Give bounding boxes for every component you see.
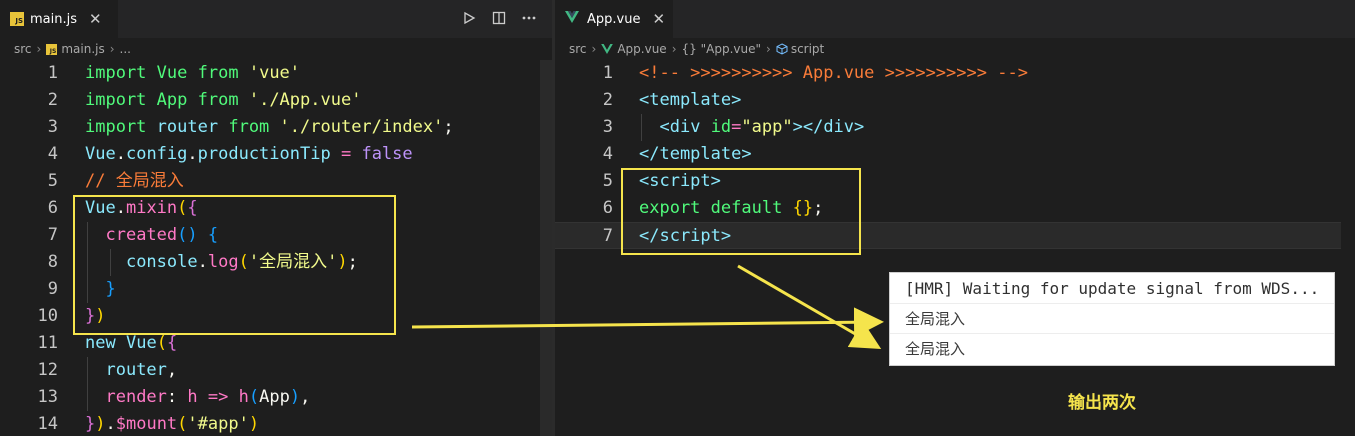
console-line: [HMR] Waiting for update signal from WDS… — [890, 273, 1334, 304]
annotation-note: 输出两次 — [1068, 393, 1136, 413]
console-line: 全局混入 — [905, 340, 966, 358]
annotation-arrows — [411, 264, 884, 350]
arrow-from-mixin — [411, 307, 884, 338]
browser-console: [HMR] Waiting for update signal from WDS… — [889, 272, 1335, 366]
console-line: 全局混入 — [890, 304, 1334, 334]
arrow-from-script — [737, 264, 882, 350]
